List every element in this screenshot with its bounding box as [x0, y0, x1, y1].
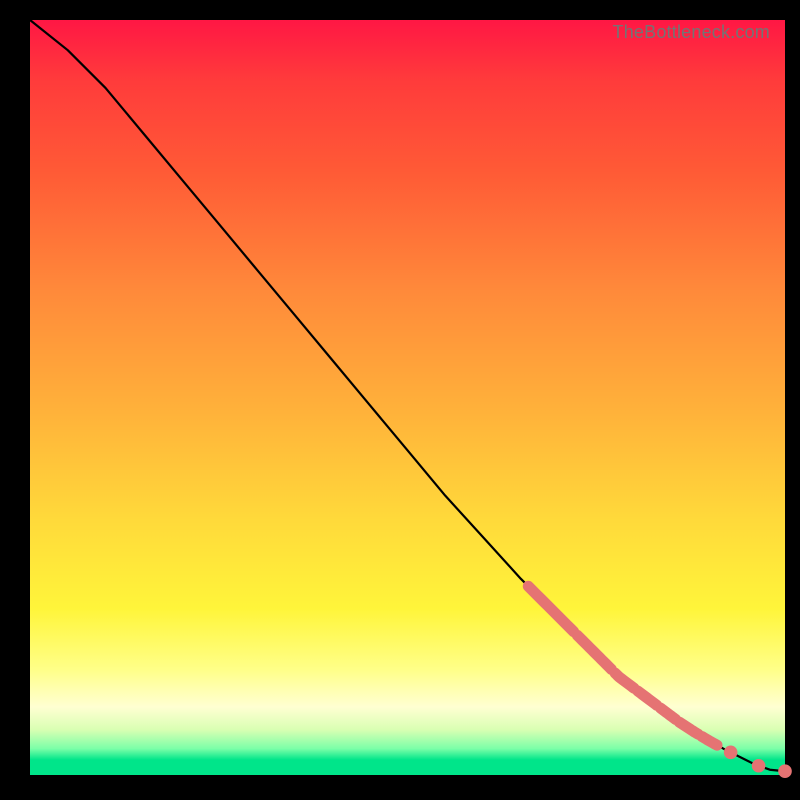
highlight-segment [577, 635, 611, 669]
highlight-segment [615, 673, 634, 688]
highlight-segment [702, 737, 717, 746]
curve-line [30, 20, 785, 771]
highlight-point [778, 764, 792, 778]
highlight-segment [528, 586, 573, 631]
highlight-segment [660, 708, 675, 719]
highlight-markers-group [724, 746, 792, 778]
chart-frame: TheBottleneck.com [0, 0, 800, 800]
chart-svg [30, 20, 785, 775]
plot-area: TheBottleneck.com [30, 20, 785, 775]
highlight-segment [638, 691, 657, 705]
highlight-segments-group [528, 586, 717, 745]
highlight-segment [679, 722, 698, 734]
highlight-point [724, 746, 738, 760]
highlight-point [752, 759, 766, 773]
